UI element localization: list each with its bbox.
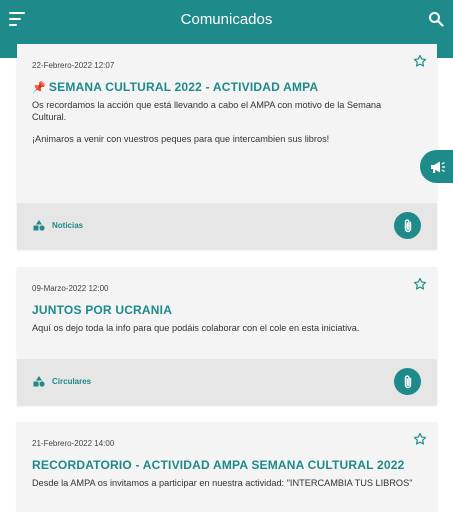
attachment-button[interactable]	[394, 212, 421, 239]
announcement-card[interactable]: 21-Febrero-2022 14:00 RECORDATORIO - ACT…	[17, 422, 437, 512]
card-date: 22-Febrero-2022 12:07	[32, 61, 115, 70]
megaphone-icon	[431, 161, 445, 173]
page-title: Comunicados	[180, 11, 273, 28]
category-label: Circulares	[52, 377, 92, 386]
announcements-fab[interactable]	[420, 150, 453, 183]
card-paragraph: ¡Animaros a venir con vuestros peques pa…	[32, 134, 330, 144]
announcement-card[interactable]: 22-Febrero-2022 12:07 📌 SEMANA CULTURAL 2…	[17, 44, 437, 249]
card-body: Desde la AMPA os invitamos a participar …	[32, 478, 417, 501]
search-icon[interactable]	[428, 11, 444, 27]
card-paragraph: Os recordamos la acción que está llevand…	[32, 100, 382, 122]
card-body: Os recordamos la acción que está llevand…	[32, 100, 417, 157]
card-title: JUNTOS POR UCRANIA	[32, 303, 173, 317]
pushpin-icon: 📌	[32, 82, 46, 94]
category-tag[interactable]: Circulares	[33, 376, 91, 387]
star-outline-icon[interactable]	[413, 432, 427, 446]
card-date: 09-Marzo-2022 12:00	[32, 284, 109, 293]
card-body: Aquí os dejo toda la info para que podái…	[32, 323, 417, 346]
card-title: 📌 SEMANA CULTURAL 2022 - ACTIVIDAD AMPA	[32, 80, 319, 94]
star-outline-icon[interactable]	[413, 277, 427, 291]
category-tag[interactable]: Noticias	[33, 220, 83, 231]
card-date: 21-Febrero-2022 14:00	[32, 439, 115, 448]
card-footer: Circulares	[17, 359, 437, 405]
card-footer: Noticias	[17, 203, 437, 249]
paperclip-icon	[404, 218, 411, 232]
attachment-button[interactable]	[394, 368, 421, 395]
category-label: Noticias	[52, 221, 84, 230]
star-outline-icon[interactable]	[413, 54, 427, 68]
shapes-icon	[33, 376, 45, 387]
card-paragraph: Desde la AMPA os invitamos a participar …	[32, 478, 413, 488]
announcement-card[interactable]: 09-Marzo-2022 12:00 JUNTOS POR UCRANIA A…	[17, 267, 437, 405]
shapes-icon	[33, 220, 45, 231]
card-paragraph: Aquí os dejo toda la info para que podái…	[32, 323, 360, 333]
card-title: RECORDATORIO - ACTIVIDAD AMPA SEMANA CUL…	[32, 458, 405, 472]
paperclip-icon	[404, 374, 411, 388]
